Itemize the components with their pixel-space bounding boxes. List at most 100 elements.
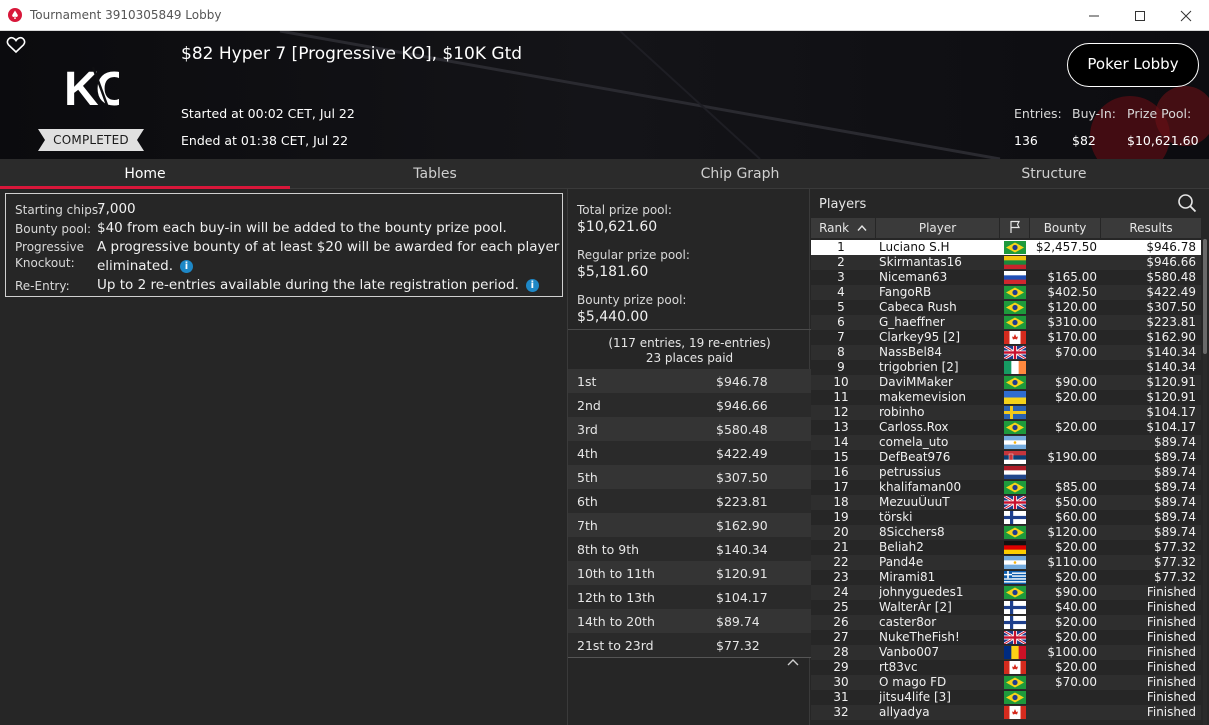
entries-label: Entries: [1014, 106, 1062, 121]
player-row[interactable]: 6 G_haeffner $310.00 $223.81 [811, 315, 1201, 330]
chevron-up-icon[interactable] [786, 658, 800, 667]
player-row[interactable]: 28 Vanbo007 $100.00 Finished [811, 645, 1201, 660]
player-row[interactable]: 12 robinho $104.17 [811, 405, 1201, 420]
player-row[interactable]: 19 törski $60.00 $89.74 [811, 510, 1201, 525]
player-row[interactable]: 23 Mirami81 $20.00 $77.32 [811, 570, 1201, 585]
player-rank: 17 [833, 480, 849, 494]
close-button[interactable] [1163, 0, 1209, 31]
player-row[interactable]: 18 MezuuÛuuT $50.00 $89.74 [811, 495, 1201, 510]
bounty-pool-value: $40 from each buy-in will be added to th… [97, 220, 507, 236]
player-row[interactable]: 24 johnyguedes1 $90.00 Finished [811, 585, 1201, 600]
player-name: Beliah2 [879, 540, 924, 554]
player-rank: 18 [833, 495, 849, 509]
player-name: Vanbo007 [879, 645, 940, 659]
rank-column-header[interactable]: Rank [811, 218, 876, 238]
player-rank: 2 [837, 255, 845, 269]
player-result: $89.74 [1154, 450, 1196, 464]
payout-row: 12th to 13th $104.17 [568, 585, 811, 609]
player-bounty: $170.00 [1047, 330, 1097, 344]
country-flag-icon [1004, 646, 1026, 659]
player-rank: 15 [833, 450, 849, 464]
player-result: $104.17 [1146, 420, 1196, 434]
poker-lobby-button[interactable]: Poker Lobby [1067, 43, 1199, 87]
player-rank: 21 [833, 540, 849, 554]
country-flag-icon [1004, 466, 1026, 479]
player-column-header[interactable]: Player [876, 218, 1000, 238]
info-icon[interactable]: i [180, 260, 193, 273]
payout-amount: $77.32 [716, 638, 760, 653]
favorite-heart-icon[interactable] [6, 36, 26, 54]
country-flag-icon [1004, 631, 1026, 644]
player-name: allyadya [879, 705, 930, 719]
player-row[interactable]: 9 trigobrien [2] $140.34 [811, 360, 1201, 375]
player-row[interactable]: 16 petrussius $89.74 [811, 465, 1201, 480]
starting-chips-label: Starting chips: [15, 203, 103, 217]
player-name: Cabeca Rush [879, 300, 957, 314]
player-row[interactable]: 5 Cabeca Rush $120.00 $307.50 [811, 300, 1201, 315]
player-row[interactable]: 25 WalterÀr [2] $40.00 Finished [811, 600, 1201, 615]
player-row[interactable]: 21 Beliah2 $20.00 $77.32 [811, 540, 1201, 555]
tab-tables[interactable]: Tables [290, 159, 580, 189]
tournament-header: KO COMPLETED $82 Hyper 7 [Progressive KO… [0, 31, 1209, 159]
player-name: johnyguedes1 [879, 585, 964, 599]
player-result: $89.74 [1154, 465, 1196, 479]
player-row[interactable]: 31 jitsu4life [3] Finished [811, 690, 1201, 705]
player-row[interactable]: 1 Luciano S.H $2,457.50 $946.78 [811, 240, 1201, 255]
tab-structure[interactable]: Structure [909, 159, 1199, 189]
player-row[interactable]: 17 khalifaman00 $85.00 $89.74 [811, 480, 1201, 495]
player-bounty: $60.00 [1055, 510, 1097, 524]
player-result: $89.74 [1154, 480, 1196, 494]
payout-place: 21st to 23rd [577, 638, 654, 653]
player-row[interactable]: 4 FangoRB $402.50 $422.49 [811, 285, 1201, 300]
player-row[interactable]: 13 Carloss.Rox $20.00 $104.17 [811, 420, 1201, 435]
player-row[interactable]: 29 rt83vc $20.00 Finished [811, 660, 1201, 675]
player-name: rt83vc [879, 660, 918, 674]
player-row[interactable]: 27 NukeTheFish! $20.00 Finished [811, 630, 1201, 645]
flag-column-header[interactable] [1000, 218, 1030, 238]
scrollbar-thumb[interactable] [1203, 239, 1207, 354]
minimize-button[interactable] [1071, 0, 1117, 31]
player-bounty: $110.00 [1047, 555, 1097, 569]
payout-place: 3rd [577, 422, 598, 437]
player-result: $422.49 [1146, 285, 1196, 299]
player-name: petrussius [879, 465, 941, 479]
player-row[interactable]: 11 makemevision $20.00 $120.91 [811, 390, 1201, 405]
player-row[interactable]: 26 caster8or $20.00 Finished [811, 615, 1201, 630]
player-row[interactable]: 3 Niceman63 $165.00 $580.48 [811, 270, 1201, 285]
player-row[interactable]: 20 8Sicchers8 $120.00 $89.74 [811, 525, 1201, 540]
player-bounty: $20.00 [1055, 630, 1097, 644]
player-name: makemevision [879, 390, 966, 404]
player-rank: 24 [833, 585, 849, 599]
player-result: $89.74 [1154, 495, 1196, 509]
player-row[interactable]: 2 Skirmantas16 $946.66 [811, 255, 1201, 270]
player-name: jitsu4life [3] [879, 690, 951, 704]
player-row[interactable]: 30 O mago FD $70.00 Finished [811, 675, 1201, 690]
ended-time: Ended at 01:38 CET, Jul 22 [181, 133, 349, 148]
player-row[interactable]: 8 NassBel84 $70.00 $140.34 [811, 345, 1201, 360]
player-name: Luciano S.H [879, 240, 950, 254]
player-rank: 7 [837, 330, 845, 344]
info-icon[interactable]: i [525, 279, 539, 292]
player-row[interactable]: 15 DefBeat976 $190.00 $89.74 [811, 450, 1201, 465]
player-result: $120.91 [1146, 390, 1196, 404]
tournament-name: $82 Hyper 7 [Progressive KO], $10K Gtd [181, 44, 523, 64]
bounty-column-header[interactable]: Bounty [1030, 218, 1101, 238]
players-scrollbar[interactable] [1203, 239, 1207, 725]
player-row[interactable]: 22 Pand4e $110.00 $77.32 [811, 555, 1201, 570]
player-row[interactable]: 14 comela_uto $89.74 [811, 435, 1201, 450]
player-rank: 23 [833, 570, 849, 584]
maximize-button[interactable] [1117, 0, 1163, 31]
tab-chip-graph[interactable]: Chip Graph [595, 159, 885, 189]
player-row[interactable]: 10 DaviMMaker $90.00 $120.91 [811, 375, 1201, 390]
results-column-header[interactable]: Results [1101, 218, 1201, 238]
player-rank: 28 [833, 645, 849, 659]
player-rank: 25 [833, 600, 849, 614]
player-row[interactable]: 7 Clarkey95 [2] $170.00 $162.90 [811, 330, 1201, 345]
title-bar: Tournament 3910305849 Lobby [0, 0, 1209, 31]
player-row[interactable]: 32 allyadya Finished [811, 705, 1201, 720]
country-flag-icon [1004, 346, 1026, 359]
search-icon[interactable] [1177, 193, 1197, 213]
player-bounty: $120.00 [1047, 300, 1097, 314]
tab-home[interactable]: Home [0, 159, 290, 189]
player-rank: 26 [833, 615, 849, 629]
